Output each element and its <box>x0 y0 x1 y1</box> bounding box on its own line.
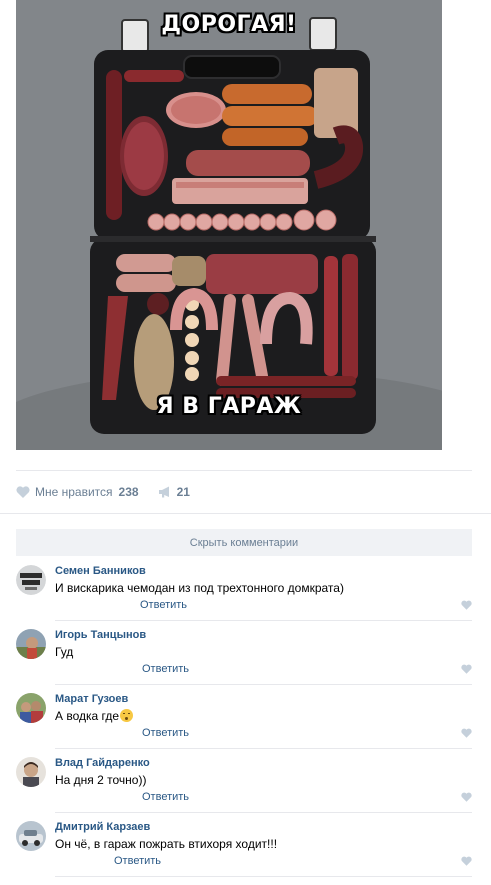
divider <box>55 748 472 749</box>
divider <box>55 620 472 621</box>
avatar[interactable] <box>16 565 46 595</box>
like-count: 238 <box>118 485 139 499</box>
comment-text: Гуд <box>55 645 74 659</box>
avatar[interactable] <box>16 757 46 787</box>
post-actions: Мне нравится 238 21 <box>16 484 190 500</box>
share-button[interactable]: 21 <box>158 485 190 499</box>
avatar-no-time-no-life-icon <box>16 565 46 595</box>
divider <box>55 876 472 877</box>
reply-link[interactable]: Ответить <box>142 727 189 739</box>
share-count: 21 <box>176 485 190 499</box>
avatar-car-icon <box>16 821 46 851</box>
sausage-briefcase-illustration <box>16 0 442 450</box>
heart-icon[interactable] <box>461 856 472 866</box>
comment-text: На дня 2 точно)) <box>55 773 147 787</box>
avatar-photo-icon <box>16 629 46 659</box>
avatar-photo-icon <box>16 693 46 723</box>
avatar[interactable] <box>16 821 46 851</box>
astonished-face-icon <box>120 709 134 722</box>
reply-link[interactable]: Ответить <box>140 599 187 611</box>
meme-bottom-text: Я В ГАРАЖ <box>156 394 302 419</box>
like-label: Мне нравится <box>35 485 113 499</box>
divider <box>0 513 491 514</box>
avatar-photo-icon <box>16 757 46 787</box>
comment-author[interactable]: Марат Гузоев <box>55 693 128 705</box>
divider <box>55 684 472 685</box>
heart-icon[interactable] <box>461 792 472 802</box>
reply-link[interactable]: Ответить <box>142 791 189 803</box>
heart-icon[interactable] <box>461 664 472 674</box>
megaphone-icon <box>158 486 169 498</box>
avatar[interactable] <box>16 693 46 723</box>
hide-comments-button[interactable]: Скрыть комментарии <box>16 529 472 556</box>
heart-icon[interactable] <box>461 600 472 610</box>
comment-text: Он чё, в гараж пожрать втихоря ходит!!! <box>55 837 278 851</box>
reply-link[interactable]: Ответить <box>142 663 189 675</box>
like-button[interactable]: Мне нравится 238 <box>16 485 139 499</box>
comment-author[interactable]: Влад Гайдаренко <box>55 757 150 769</box>
comment-text-content: А водка где <box>55 709 120 723</box>
avatar[interactable] <box>16 629 46 659</box>
heart-icon[interactable] <box>461 728 472 738</box>
divider <box>16 470 472 471</box>
comment-author[interactable]: Семен Банников <box>55 565 146 577</box>
heart-icon <box>16 486 30 498</box>
comment-author[interactable]: Дмитрий Карзаев <box>55 821 150 833</box>
comment-text: А водка где <box>55 709 134 723</box>
divider <box>55 812 472 813</box>
meme-top-text: ДОРОГАЯ! <box>161 12 297 37</box>
comment-author[interactable]: Игорь Танцынов <box>55 629 146 641</box>
reply-link[interactable]: Ответить <box>114 855 161 867</box>
post-image[interactable]: ДОРОГАЯ! Я В ГАРАЖ <box>16 0 442 450</box>
comment-text: И вискарика чемодан из под трехтонного д… <box>55 581 344 595</box>
